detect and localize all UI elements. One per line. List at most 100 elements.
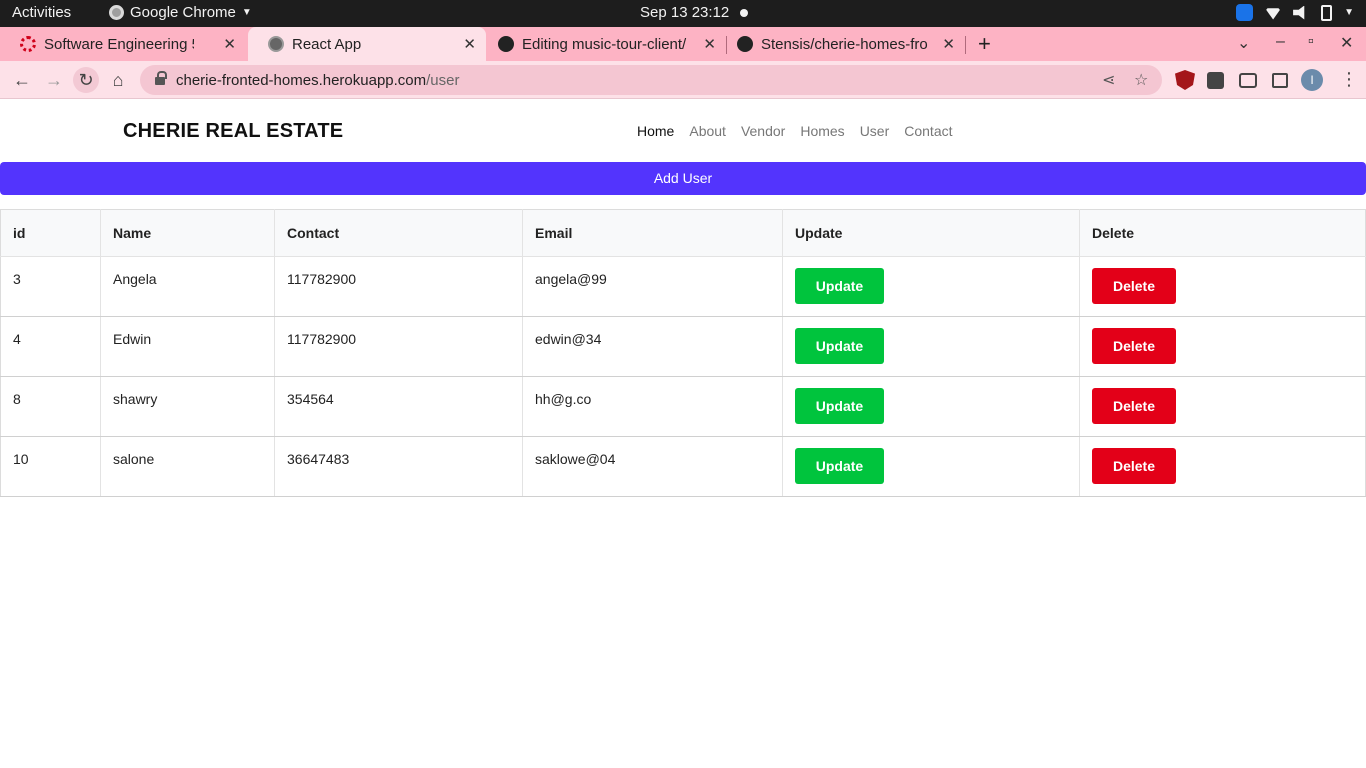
- table-row: 8 shawry 354564 hh@g.co Update Delete: [0, 376, 1366, 437]
- url-path: /user: [426, 71, 460, 89]
- url-host: cherie-fronted-homes.herokuapp.com: [176, 71, 427, 89]
- delete-button[interactable]: Delete: [1092, 448, 1176, 484]
- caret-down-icon: ▼: [241, 7, 252, 18]
- tab-react-app[interactable]: React App ✕: [248, 27, 486, 61]
- cell-id: 4: [0, 316, 101, 377]
- system-top-bar: Activities Google Chrome ▼ Sep 13 23:12 …: [0, 0, 1366, 27]
- github-icon: [498, 36, 514, 52]
- cell-name: shawry: [100, 376, 275, 437]
- tab-title: Software Engineering 59-: [44, 35, 194, 53]
- reload-icon[interactable]: ↻: [73, 67, 99, 93]
- nav-link-about[interactable]: About: [689, 123, 726, 139]
- main-nav: Home About Vendor Homes User Contact: [637, 123, 953, 139]
- github-icon: [737, 36, 753, 52]
- table-row: 10 salone 36647483 saklowe@04 Update Del…: [0, 436, 1366, 497]
- cell-email: hh@g.co: [522, 376, 783, 437]
- app-name: Google Chrome: [130, 4, 236, 21]
- tab-software-engineering[interactable]: Software Engineering 59- ✕: [0, 27, 246, 61]
- nav-link-contact[interactable]: Contact: [904, 123, 952, 139]
- cell-id: 3: [0, 256, 101, 317]
- tab-stensis-cherie[interactable]: Stensis/cherie-homes-fro ✕: [717, 27, 965, 61]
- activities-button[interactable]: Activities: [12, 4, 71, 21]
- cell-delete: Delete: [1079, 256, 1366, 317]
- lock-icon[interactable]: [155, 70, 167, 86]
- table-header-row: id Name Contact Email Update Delete: [0, 209, 1366, 257]
- column-header-name: Name: [100, 209, 275, 257]
- teamviewer-icon[interactable]: [1236, 4, 1254, 21]
- update-button[interactable]: Update: [795, 328, 884, 364]
- update-button[interactable]: Update: [795, 388, 884, 424]
- new-tab-plus-icon[interactable]: +: [978, 31, 991, 57]
- close-icon[interactable]: ✕: [703, 35, 716, 53]
- cell-id: 8: [0, 376, 101, 437]
- cell-update: Update: [782, 436, 1080, 497]
- notification-dot-icon: [740, 9, 748, 17]
- close-icon[interactable]: ✕: [463, 35, 476, 53]
- ublock-origin-icon[interactable]: [1175, 70, 1195, 90]
- more-menu-icon[interactable]: ⋮: [1340, 69, 1358, 90]
- extensions-puzzle-icon[interactable]: [1207, 72, 1224, 89]
- users-table: id Name Contact Email Update Delete 3 An…: [0, 209, 1366, 497]
- tab-separator: [965, 36, 966, 54]
- chrome-icon: [109, 5, 124, 20]
- tab-title: Stensis/cherie-homes-fro: [761, 35, 928, 53]
- forward-arrow-icon[interactable]: →: [41, 67, 67, 93]
- cell-name: salone: [100, 436, 275, 497]
- nav-link-user[interactable]: User: [860, 123, 890, 139]
- system-tray[interactable]: ▼: [1236, 4, 1354, 21]
- cell-name: Angela: [100, 256, 275, 317]
- nav-link-home[interactable]: Home: [637, 123, 674, 139]
- caret-down-icon[interactable]: ▼: [1344, 7, 1354, 18]
- cell-update: Update: [782, 376, 1080, 437]
- update-button[interactable]: Update: [795, 268, 884, 304]
- cell-id: 10: [0, 436, 101, 497]
- clock[interactable]: Sep 13 23:12: [640, 4, 729, 21]
- battery-icon[interactable]: [1321, 4, 1333, 21]
- close-icon[interactable]: ✕: [223, 35, 236, 53]
- table-row: 3 Angela 117782900 angela@99 Update Dele…: [0, 256, 1366, 317]
- cell-update: Update: [782, 316, 1080, 377]
- delete-button[interactable]: Delete: [1092, 268, 1176, 304]
- cell-contact: 117782900: [274, 316, 523, 377]
- close-icon[interactable]: ✕: [942, 35, 955, 53]
- address-bar[interactable]: cherie-fronted-homes.herokuapp.com/user …: [140, 65, 1162, 95]
- cell-email: edwin@34: [522, 316, 783, 377]
- update-button[interactable]: Update: [795, 448, 884, 484]
- profile-avatar[interactable]: I: [1301, 69, 1323, 91]
- add-user-button[interactable]: Add User: [0, 162, 1366, 195]
- nav-link-vendor[interactable]: Vendor: [741, 123, 785, 139]
- brand-logo-text[interactable]: CHERIE REAL ESTATE: [123, 120, 343, 143]
- loading-spinner-icon: [20, 36, 36, 52]
- cell-delete: Delete: [1079, 316, 1366, 377]
- delete-button[interactable]: Delete: [1092, 388, 1176, 424]
- side-panel-icon[interactable]: [1272, 73, 1288, 88]
- cell-contact: 117782900: [274, 256, 523, 317]
- bookmark-star-icon[interactable]: ☆: [1134, 70, 1148, 90]
- cast-icon[interactable]: [1239, 73, 1257, 88]
- maximize-icon[interactable]: ▫: [1308, 33, 1314, 51]
- browser-toolbar: ← → ↻ ⌂ cherie-fronted-homes.herokuapp.c…: [0, 61, 1366, 99]
- home-icon[interactable]: ⌂: [105, 67, 131, 93]
- minimize-icon[interactable]: –: [1276, 33, 1285, 51]
- share-icon[interactable]: ⋖: [1102, 70, 1115, 90]
- back-arrow-icon[interactable]: ←: [9, 67, 35, 93]
- tab-strip: Software Engineering 59- ✕ React App ✕ E…: [0, 27, 1366, 61]
- column-header-delete: Delete: [1079, 209, 1366, 257]
- tab-editing-music-tour[interactable]: Editing music-tour-client/ ✕: [478, 27, 726, 61]
- cell-email: angela@99: [522, 256, 783, 317]
- cell-update: Update: [782, 256, 1080, 317]
- cell-delete: Delete: [1079, 376, 1366, 437]
- delete-button[interactable]: Delete: [1092, 328, 1176, 364]
- app-menu[interactable]: Google Chrome ▼: [109, 4, 252, 21]
- cell-email: saklowe@04: [522, 436, 783, 497]
- cell-delete: Delete: [1079, 436, 1366, 497]
- cell-contact: 354564: [274, 376, 523, 437]
- column-header-contact: Contact: [274, 209, 523, 257]
- volume-icon[interactable]: [1293, 5, 1305, 20]
- nav-link-homes[interactable]: Homes: [800, 123, 844, 139]
- tab-search-chevron-icon[interactable]: ⌄: [1237, 33, 1250, 53]
- wifi-icon[interactable]: [1265, 8, 1282, 20]
- column-header-email: Email: [522, 209, 783, 257]
- cell-contact: 36647483: [274, 436, 523, 497]
- close-window-icon[interactable]: ✕: [1340, 33, 1353, 53]
